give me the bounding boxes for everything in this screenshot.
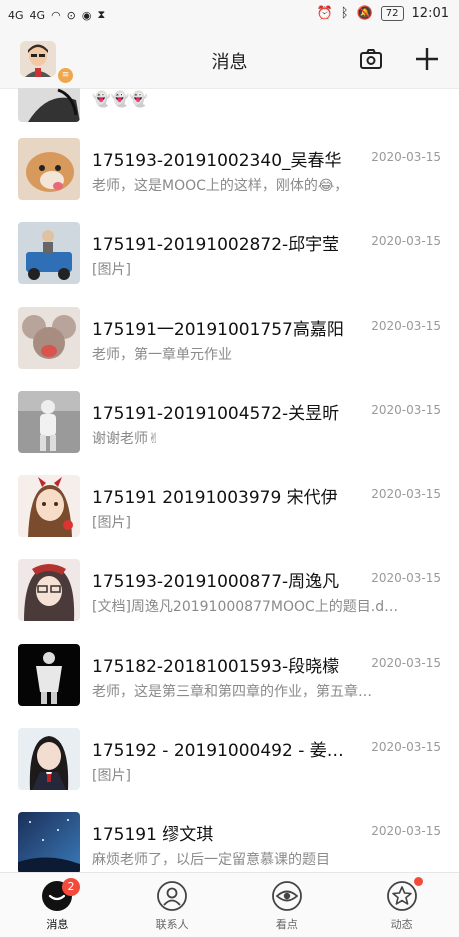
- message-date: 2020-03-15: [371, 150, 441, 164]
- list-item[interactable]: 175182-20181001593-段晓檬 2020-03-15 老师，这是第…: [0, 634, 459, 718]
- contact-name: 175191-20191004572-关昱昕: [92, 403, 340, 424]
- message-preview: [文档]周逸凡20191000877MOOC上的题目.d…: [92, 599, 399, 616]
- camera-icon: [360, 49, 382, 69]
- tab-contacts[interactable]: 联系人: [115, 873, 230, 937]
- wifi-icon: ◠: [51, 8, 61, 22]
- hourglass-icon: ⧗: [97, 8, 106, 21]
- avatar: [18, 475, 80, 538]
- list-item[interactable]: 175193-20191002340_吴春华 2020-03-15 老师，这是M…: [0, 128, 459, 212]
- contact-name: 175192 - 20191000492 - 姜…: [92, 741, 344, 762]
- message-preview: [图片]: [92, 768, 131, 785]
- message-date: 2020-03-15: [371, 740, 441, 755]
- tab-label: 消息: [46, 918, 69, 931]
- message-preview: 老师，这是MOOC上的这样，刚体的😂，: [92, 178, 349, 194]
- message-date: 2020-03-15: [371, 824, 441, 839]
- message-preview: [图片]: [92, 262, 131, 279]
- message-date: 2020-03-15: [371, 234, 441, 249]
- ghost-emoji-icons: 👻👻👻: [92, 90, 149, 108]
- contact-name: 175191 缪文琪: [92, 825, 214, 846]
- message-preview: 老师，第一章单元作业: [92, 346, 232, 363]
- message-date: 2020-03-15: [371, 571, 441, 586]
- contact-name: 175182-20181001593-段晓檬: [92, 656, 340, 677]
- tab-feeds[interactable]: 动态: [344, 873, 459, 937]
- clock: 12:01: [411, 6, 449, 21]
- unread-count-badge: 2: [62, 878, 80, 896]
- conversation-list: 175193-20191002340_吴春华 2020-03-15 老师，这是M…: [0, 128, 459, 887]
- avatar: [18, 390, 80, 453]
- list-item-partial[interactable]: 👻👻👻: [0, 88, 459, 122]
- plus-icon: [416, 48, 438, 70]
- avatar: [18, 222, 80, 285]
- avatar: [18, 306, 80, 369]
- message-preview: 谢谢老师✌: [92, 430, 160, 447]
- contact-name: 175193-20191002340_吴春华: [92, 151, 342, 171]
- list-item[interactable]: 175191 20191003979 宋代伊 2020-03-15 [图片]: [0, 465, 459, 549]
- bottom-tab-bar: 2 消息 联系人 看点 动态: [0, 872, 459, 937]
- avatar: [18, 728, 80, 791]
- message-date: 2020-03-15: [371, 402, 441, 417]
- message-preview: 麻烦老师了，以后一定留意慕课的题目: [92, 852, 330, 869]
- list-item[interactable]: 175193-20191000877-周逸凡 2020-03-15 [文档]周逸…: [0, 549, 459, 633]
- tab-discover[interactable]: 看点: [230, 873, 345, 937]
- contacts-icon: [156, 880, 188, 912]
- eye-icon: [271, 880, 303, 912]
- tab-label: 动态: [390, 918, 413, 931]
- avatar: [18, 138, 80, 200]
- tab-label: 看点: [275, 918, 298, 931]
- avatar: [18, 88, 80, 122]
- avatar: [18, 559, 80, 622]
- contact-name: 175191一20191001757高嘉阳: [92, 319, 344, 340]
- status-left: 4G 4G ◠ ⊙ ◉ ⧗: [8, 8, 105, 22]
- add-button[interactable]: [413, 45, 441, 73]
- new-activity-dot: [414, 877, 424, 886]
- alarm-icon: ⏰: [316, 6, 333, 21]
- camera-button[interactable]: [359, 47, 383, 71]
- tab-messages[interactable]: 2 消息: [0, 873, 115, 937]
- avatar: [18, 812, 80, 875]
- avatar: [18, 643, 80, 706]
- signal-icon: 4G: [8, 8, 24, 22]
- message-preview: 老师，这是第三章和第四章的作业，第五章…: [92, 683, 372, 700]
- message-date: 2020-03-15: [371, 655, 441, 670]
- battery-indicator: 72: [380, 6, 404, 21]
- tab-label: 联系人: [155, 918, 189, 931]
- message-date: 2020-03-15: [371, 487, 441, 502]
- list-item[interactable]: 175192 - 20191000492 - 姜… 2020-03-15 [图片…: [0, 718, 459, 802]
- list-item[interactable]: 175191一20191001757高嘉阳 2020-03-15 老师，第一章单…: [0, 297, 459, 381]
- mute-icon: 🔕: [356, 6, 373, 21]
- contact-name: 175191 20191003979 宋代伊: [92, 488, 338, 509]
- list-item[interactable]: 175191-20191002872-邱宇莹 2020-03-15 [图片]: [0, 212, 459, 296]
- bluetooth-icon: ᛒ: [340, 6, 349, 21]
- eye-status-icon: ◉: [81, 8, 92, 22]
- star-icon: [386, 880, 418, 912]
- signal-icon-2: 4G: [29, 8, 46, 22]
- page-title: 消息: [211, 52, 248, 73]
- contact-name: 175193-20191000877-周逸凡: [92, 572, 340, 593]
- status-right: ⏰ ᛒ 🔕 72 12:01: [317, 6, 449, 21]
- message-preview: [图片]: [92, 515, 131, 532]
- sync-icon: ⊙: [66, 8, 76, 22]
- list-item[interactable]: 175191-20191004572-关昱昕 2020-03-15 谢谢老师✌: [0, 381, 459, 465]
- status-bar: 4G 4G ◠ ⊙ ◉ ⧗ ⏰ ᛒ 🔕 72 12:01: [0, 0, 459, 32]
- header: ≡ 消息: [0, 32, 459, 89]
- contact-name: 175191-20191002872-邱宇莹: [92, 235, 340, 256]
- message-date: 2020-03-15: [371, 318, 441, 333]
